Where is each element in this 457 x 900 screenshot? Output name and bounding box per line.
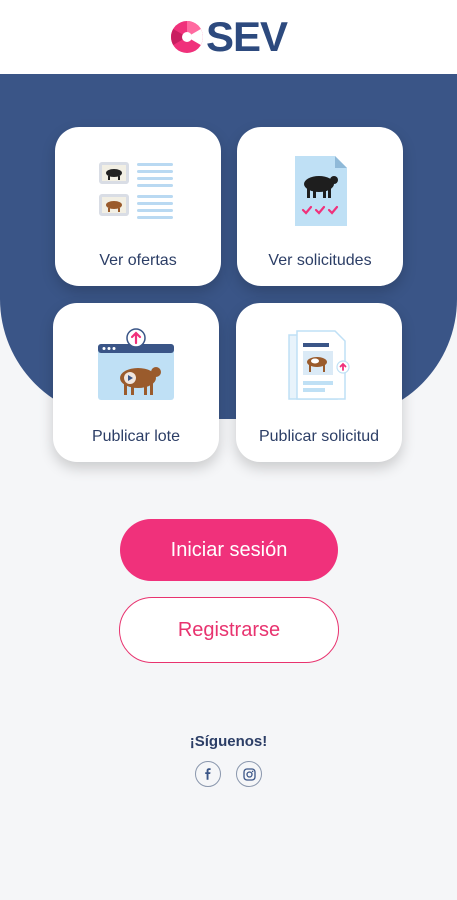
app-header: SEV xyxy=(0,0,457,74)
card-label: Ver solicitudes xyxy=(268,252,372,269)
card-ver-solicitudes[interactable]: Ver solicitudes xyxy=(237,127,403,286)
shutter-logo-icon xyxy=(170,21,203,53)
publish-request-document-icon xyxy=(288,330,350,400)
card-ver-ofertas[interactable]: Ver ofertas xyxy=(55,127,221,286)
card-publicar-solicitud[interactable]: Publicar solicitud xyxy=(236,303,402,462)
register-button[interactable]: Registrarse xyxy=(119,597,339,663)
facebook-icon[interactable] xyxy=(195,761,221,787)
card-label: Publicar solicitud xyxy=(258,428,380,445)
social-links xyxy=(195,761,262,787)
follow-us-title: ¡Síguenos! xyxy=(189,733,268,750)
instagram-icon[interactable] xyxy=(236,761,262,787)
card-label: Publicar lote xyxy=(91,428,181,445)
card-label: Ver ofertas xyxy=(99,252,177,269)
card-publicar-lote[interactable]: Publicar lote xyxy=(53,303,219,462)
publish-lot-video-icon xyxy=(98,328,174,400)
login-button[interactable]: Iniciar sesión xyxy=(120,519,338,581)
sev-logo: SEV xyxy=(170,13,288,60)
offers-list-icon xyxy=(99,162,173,219)
requests-document-icon xyxy=(295,156,347,226)
brand-name: SEV xyxy=(205,13,288,60)
